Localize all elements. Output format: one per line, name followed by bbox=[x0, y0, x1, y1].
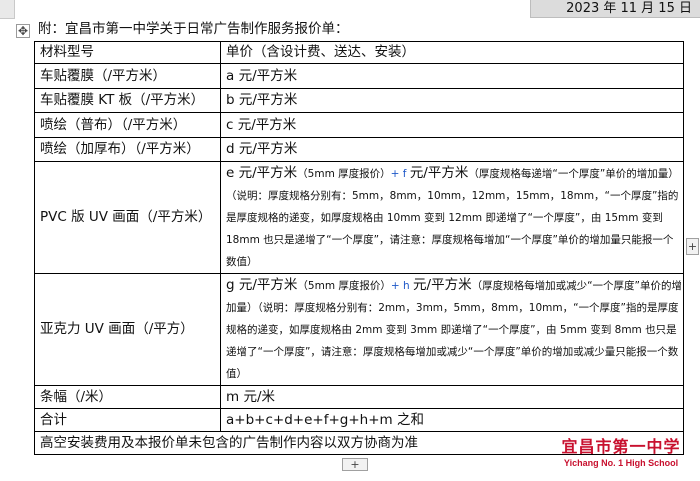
table-row: 条幅（/米） m 元/米 bbox=[34, 385, 684, 409]
table-row-pvc: PVC 版 UV 画面（/平方米） e 元/平方米（5mm 厚度报价）+ f 元… bbox=[34, 161, 684, 274]
row-type: 车贴覆膜 KT 板（/平方米） bbox=[34, 88, 221, 113]
row-price: a 元/平方米 bbox=[220, 63, 684, 89]
table-row: 喷绘（普布）（/平方米） c 元/平方米 bbox=[34, 112, 684, 138]
table-header-row: 材料型号 单价（含设计费、送达、安装） bbox=[34, 41, 684, 64]
row-price: a+b+c+d+e+f+g+h+m 之和 bbox=[220, 408, 684, 432]
header-material-type: 材料型号 bbox=[34, 41, 221, 64]
row-type: PVC 版 UV 画面（/平方米） bbox=[34, 161, 221, 274]
price-e: e 元/平方米 bbox=[226, 165, 298, 181]
price-unit: 元/平方米 bbox=[413, 277, 472, 293]
school-logo: 宜昌市第一中学 Yichang No. 1 High School bbox=[546, 437, 696, 473]
row-price: d 元/平方米 bbox=[220, 137, 684, 162]
price-plus-h: + h bbox=[390, 280, 414, 292]
logo-name-cn: 宜昌市第一中学 bbox=[561, 437, 681, 456]
row-type: 车贴覆膜（/平方米） bbox=[34, 63, 221, 89]
add-row-button[interactable]: + bbox=[342, 458, 368, 471]
page-corner bbox=[0, 0, 15, 19]
row-type: 亚克力 UV 画面（/平方） bbox=[34, 273, 221, 386]
price-note: （5mm 厚度报价） bbox=[297, 168, 391, 180]
table-row: 喷绘（加厚布）（/平方米） d 元/平方米 bbox=[34, 137, 684, 162]
table-row: 车贴覆膜 KT 板（/平方米） b 元/平方米 bbox=[34, 88, 684, 113]
header-unit-price: 单价（含设计费、送达、安装） bbox=[220, 41, 684, 64]
date-stamp: 2023 年 11 月 15 日 bbox=[530, 0, 700, 18]
row-price: b 元/平方米 bbox=[220, 88, 684, 113]
row-type: 喷绘（普布）（/平方米） bbox=[34, 112, 221, 138]
table-row-acrylic: 亚克力 UV 画面（/平方） g 元/平方米（5mm 厚度报价）+ h 元/平方… bbox=[34, 273, 684, 386]
price-explanation: （厚度规格每递增“一个厚度”单价的增加量） （说明：厚度规格分别有：5mm，8m… bbox=[226, 168, 679, 268]
table-row: 车贴覆膜（/平方米） a 元/平方米 bbox=[34, 63, 684, 89]
price-g: g 元/平方米 bbox=[226, 277, 298, 293]
price-table: 材料型号 单价（含设计费、送达、安装） 车贴覆膜（/平方米） a 元/平方米 车… bbox=[34, 41, 684, 455]
price-plus-f: + f bbox=[390, 168, 410, 180]
table-move-handle-icon[interactable]: ✥ bbox=[16, 24, 30, 38]
row-price: m 元/米 bbox=[220, 385, 684, 409]
table-row-total: 合计 a+b+c+d+e+f+g+h+m 之和 bbox=[34, 408, 684, 432]
row-price-acrylic: g 元/平方米（5mm 厚度报价）+ h 元/平方米（厚度规格每增加或减少“一个… bbox=[220, 273, 684, 386]
price-explanation: （厚度规格每增加或减少“一个厚度”单价的增加量）（说明：厚度规格分别有：2mm，… bbox=[226, 280, 682, 380]
add-column-button[interactable]: + bbox=[686, 238, 699, 255]
row-type: 喷绘（加厚布）（/平方米） bbox=[34, 137, 221, 162]
document-title: 附：宜昌市第一中学关于日常广告制作服务报价单： bbox=[38, 21, 349, 37]
row-type: 条幅（/米） bbox=[34, 385, 221, 409]
price-unit: 元/平方米 bbox=[409, 165, 469, 181]
row-type: 合计 bbox=[34, 408, 221, 432]
row-price: c 元/平方米 bbox=[220, 112, 684, 138]
price-note: （5mm 厚度报价） bbox=[297, 280, 391, 292]
row-price-pvc: e 元/平方米（5mm 厚度报价）+ f 元/平方米（厚度规格每递增“一个厚度”… bbox=[220, 161, 684, 274]
logo-name-en: Yichang No. 1 High School bbox=[563, 458, 679, 468]
